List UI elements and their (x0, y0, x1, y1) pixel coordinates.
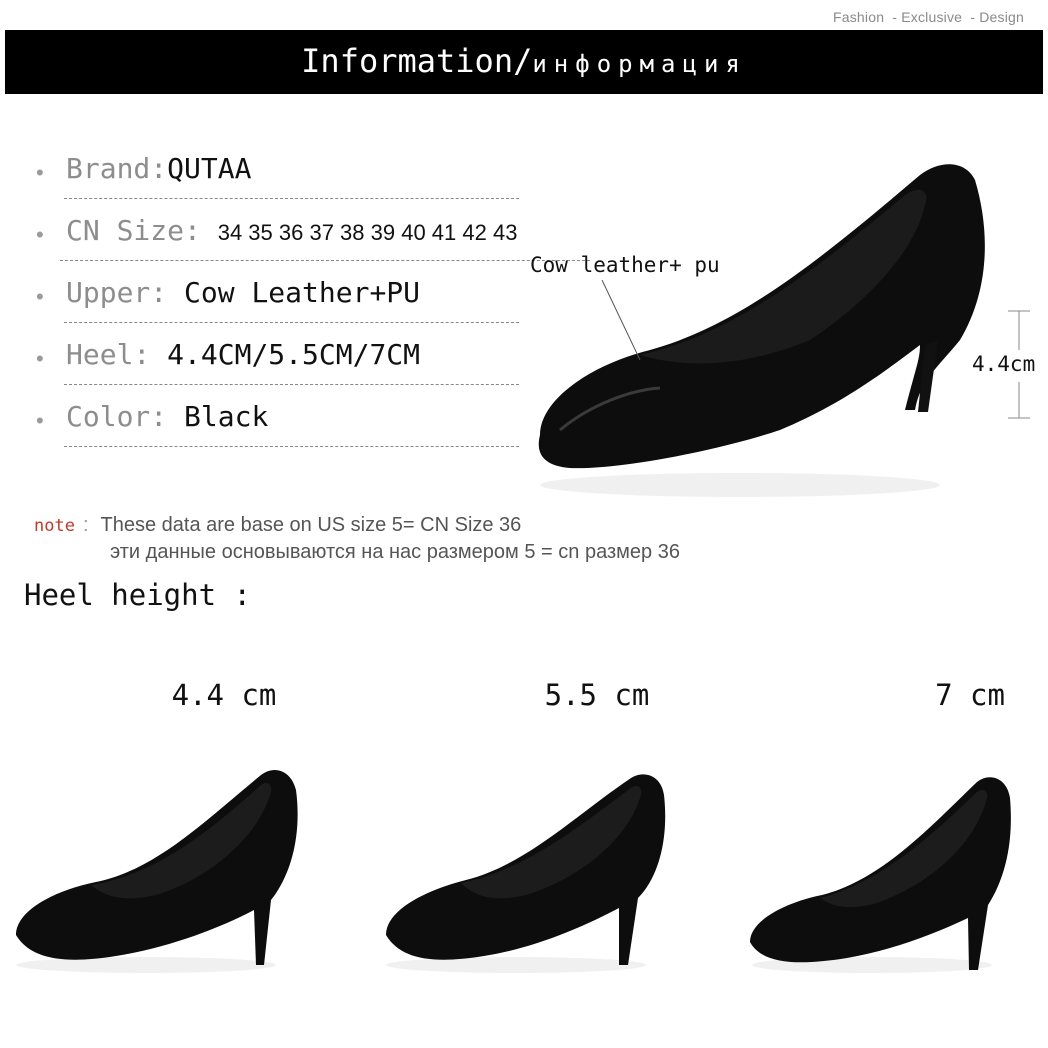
shoe-4-4cm-image (16, 770, 298, 973)
bullet-icon: • (36, 346, 44, 371)
heel-size-label: 7 cm (935, 678, 1005, 712)
bullet-icon: • (36, 284, 44, 309)
tagline: Fashion - Exclusive - Design (829, 9, 1024, 25)
spec-size-value: 34 35 36 37 38 39 40 41 42 43 (217, 220, 518, 245)
shoe-7cm-image (750, 777, 1011, 973)
divider (60, 260, 590, 261)
banner-title-ru: информация (532, 50, 747, 78)
divider (64, 198, 519, 199)
material-callout: Cow leather+ pu (530, 253, 720, 277)
note-en: These data are base on US size 5= CN Siz… (100, 514, 522, 536)
spec-heel: • Heel: 4.4CM/5.5CM/7CM (36, 328, 596, 386)
tagline-fashion: Fashion (832, 9, 885, 25)
spec-heel-value: 4.4CM/5.5CM/7CM (150, 338, 421, 371)
tagline-exclusive: - Exclusive (892, 9, 963, 25)
banner-title: Information/информация (5, 42, 1043, 80)
bullet-icon: • (36, 408, 44, 433)
spec-upper: • Upper: Cow Leather+PU (36, 266, 596, 324)
note-key: note (34, 516, 75, 536)
spec-brand-value: QUTAA (167, 152, 252, 185)
spec-color-value: Black (167, 400, 269, 433)
spec-upper-value: Cow Leather+PU (167, 276, 421, 309)
hero-shoe-image (538, 164, 985, 497)
heel-height-title: Heel height : (24, 578, 251, 612)
spec-size-label: CN Size: (66, 214, 201, 247)
spec-upper-label: Upper: (66, 276, 168, 309)
spec-heel-label: Heel: (66, 338, 151, 371)
information-banner: Information/информация (5, 30, 1043, 94)
spec-color-label: Color: (66, 400, 168, 433)
tagline-design: - Design (970, 9, 1024, 25)
spec-brand-label: Brand: (66, 152, 168, 185)
divider (64, 384, 519, 385)
shoe-5-5cm-image (386, 774, 666, 973)
banner-title-en: Information/ (301, 42, 533, 80)
divider (64, 322, 519, 323)
spec-brand: • Brand:QUTAA (36, 142, 596, 200)
size-note: note: These data are base on US size 5= C… (34, 514, 521, 537)
note-ru: эти данные основываются на нас размером … (110, 541, 680, 563)
spec-color: • Color: Black (36, 390, 596, 448)
divider (64, 446, 519, 447)
heel-size-label: 5.5 cm (544, 678, 650, 712)
heel-size-label: 4.4 cm (171, 678, 277, 712)
note-sep: : (82, 514, 89, 536)
bullet-icon: • (36, 160, 44, 185)
bullet-icon: • (36, 222, 44, 247)
spec-size: • CN Size: 34 35 36 37 38 39 40 41 42 43 (36, 204, 596, 262)
height-dimension-label: 4.4cm (972, 352, 1036, 376)
